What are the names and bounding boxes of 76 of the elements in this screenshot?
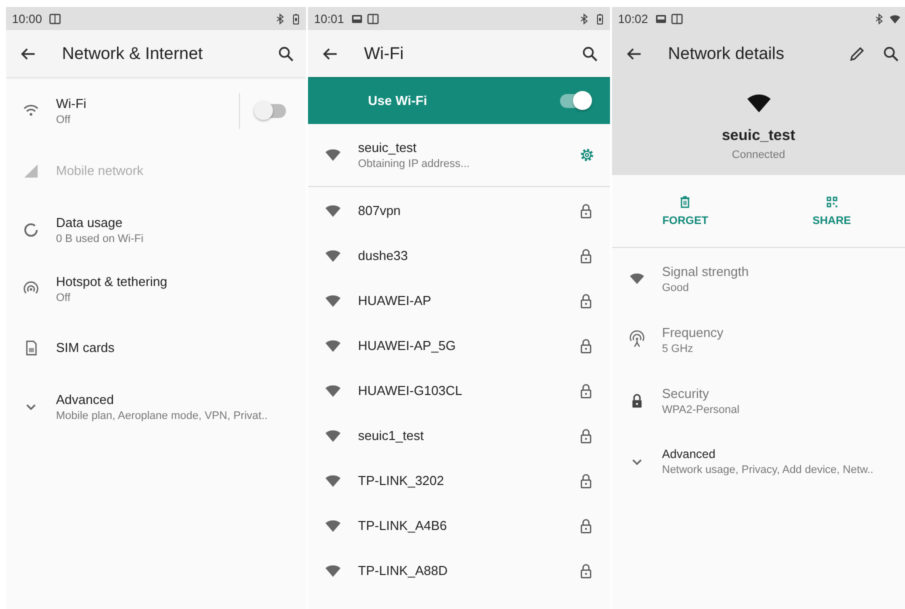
connection-status: Connected [732,149,786,161]
network-name: TP-LINK_A88D [358,563,448,578]
item-summary: Off [56,292,70,304]
item-title: Advanced [662,447,716,461]
share-button[interactable]: SHARE [758,175,905,247]
network-name: HUAWEI-AP_5G [358,338,456,353]
qr-code-icon [824,195,839,209]
item-summary: Mobile plan, Aeroplane mode, VPN, Privat.. [56,410,268,422]
detail-value: Good [662,282,689,294]
antenna-icon [627,330,647,350]
detail-label: Security [662,386,709,400]
item-title: Mobile network [56,163,144,178]
network-name: seuic_test [358,140,417,155]
screen-title: Network & Internet [62,44,204,64]
detail-value: WPA2-Personal [662,404,740,416]
network-name: 807vpn [358,203,401,218]
use-wifi-bar[interactable]: Use Wi-Fi [308,77,610,124]
chevron-down-icon [26,404,36,410]
bluetooth-icon [578,12,590,24]
bluetooth-icon [274,12,286,24]
network-item[interactable]: seuic_test Obtaining IP address... [308,124,610,187]
settings-item[interactable]: Advanced Mobile plan, Aeroplane mode, VPN, Privat.. [6,377,306,436]
network-name: TP-LINK_A4B6 [358,518,447,533]
network-item[interactable]: 807vpn [308,188,610,233]
detail-value: 5 GHz [662,342,694,354]
network-name: HUAWEI-AP [358,293,432,308]
item-summary: Off [56,114,70,126]
settings-item[interactable]: Data usage 0 B used on Wi-Fi [6,200,306,259]
chevron-down-icon [632,458,642,464]
trash-icon [678,195,692,209]
detail-label: Signal strength [662,264,749,278]
advanced-item[interactable]: Advanced Network usage, Privacy, Add device, Netw.. [612,431,905,492]
item-summary: Network usage, Privacy, Add device, Netw.. [662,464,874,476]
network-item[interactable]: TP-LINK_A4B6 [308,503,610,548]
item-summary: 0 B used on Wi-Fi [56,232,144,244]
image-notification-icon [655,12,668,24]
item-title: SIM cards [56,340,115,355]
window-notification-icon [49,12,62,24]
settings-icon[interactable] [578,146,596,164]
network-status: Obtaining IP address... [358,158,470,170]
toggle-switch[interactable] [560,94,590,108]
network-name: seuic1_test [358,428,424,443]
network-name: TP-LINK_3202 [358,473,444,488]
window-notification-icon [671,12,684,24]
detail-label: Frequency [662,324,724,340]
settings-item[interactable]: Wi-Fi Off [6,81,306,141]
status-time: 10:02 [618,12,648,26]
item-title: Data usage [56,214,122,230]
screen-title: Wi-Fi [364,44,405,64]
network-name: seuic_test [722,127,796,144]
battery-icon [594,12,606,24]
network-item[interactable]: TP-LINK_3202 [308,458,610,503]
network-item[interactable]: HUAWEI-AP_5G [308,323,610,368]
network-name: HUAWEI-G103CL [358,383,462,398]
image-notification-icon [351,12,364,24]
wifi-status-icon [889,12,901,24]
use-wifi-label: Use Wi-Fi [368,93,428,108]
settings-item[interactable]: SIM cards [6,318,306,377]
bluetooth-icon [873,12,885,24]
item-title: Wi-Fi [56,96,86,111]
network-item[interactable]: TP-LINK_A88D [308,548,610,593]
settings-item[interactable]: Hotspot & tethering Off [6,259,306,318]
item-title: Advanced [56,392,114,406]
network-item[interactable]: HUAWEI-AP [308,278,610,323]
item-title: Hotspot & tethering [56,274,168,288]
window-notification-icon [367,12,380,24]
network-item[interactable]: seuic1_test [308,413,610,458]
status-time: 10:01 [314,12,344,26]
forget-button[interactable]: FORGET [612,175,758,247]
status-time: 10:00 [12,12,42,26]
network-item[interactable]: HUAWEI-G103CL [308,368,610,413]
battery-icon [290,12,302,24]
network-name: dushe33 [358,248,408,263]
toggle-switch[interactable] [256,104,286,118]
screen-title: Network details [668,44,786,64]
network-item[interactable]: dushe33 [308,233,610,278]
